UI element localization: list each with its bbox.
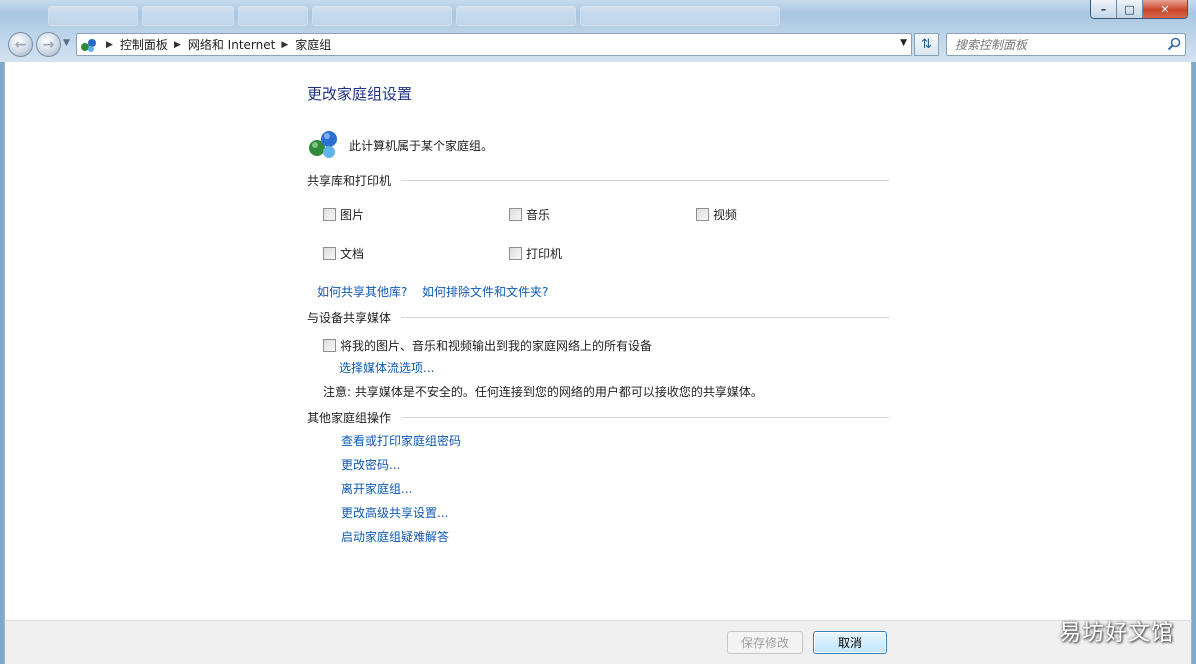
page-title: 更改家庭组设置 xyxy=(307,85,413,103)
media-section-title: 与设备共享媒体 xyxy=(307,310,392,325)
checkbox-box[interactable] xyxy=(509,208,522,221)
save-changes-button[interactable]: 保存修改 xyxy=(727,631,803,654)
arrow-right-icon: → xyxy=(42,36,55,53)
background-window-tabs xyxy=(48,6,928,30)
checkbox-box[interactable] xyxy=(323,339,336,352)
share-section-header: 共享库和打印机 xyxy=(307,172,889,188)
share-printers-checkbox[interactable]: 打印机 xyxy=(509,245,562,262)
window-controls: – □ ✕ xyxy=(1090,0,1188,19)
navigation-bar: ← → ▼ ▶ 控制面板 ▶ 网络和 Internet ▶ 家庭组 ▼ ⇅ xyxy=(0,30,1196,58)
breadcrumb-separator-icon: ▶ xyxy=(106,39,113,50)
media-section-header: 与设备共享媒体 xyxy=(307,309,889,325)
arrow-left-icon: ← xyxy=(14,36,27,53)
section-divider xyxy=(401,316,889,318)
view-print-password-link[interactable]: 查看或打印家庭组密码 xyxy=(341,432,461,449)
share-documents-checkbox[interactable]: 文档 xyxy=(323,245,364,262)
share-videos-checkbox[interactable]: 视频 xyxy=(696,206,737,223)
homegroup-troubleshooter-link[interactable]: 启动家庭组疑难解答 xyxy=(341,528,449,545)
leave-homegroup-link[interactable]: 离开家庭组... xyxy=(341,480,412,497)
close-button[interactable]: ✕ xyxy=(1143,0,1187,18)
stream-media-label: 将我的图片、音乐和视频输出到我的家庭网络上的所有设备 xyxy=(340,339,653,353)
stream-media-checkbox[interactable]: 将我的图片、音乐和视频输出到我的家庭网络上的所有设备 xyxy=(323,337,652,354)
minimize-button[interactable]: – xyxy=(1091,0,1117,18)
search-input[interactable] xyxy=(955,37,1155,52)
change-password-link[interactable]: 更改密码... xyxy=(341,456,400,473)
share-documents-label: 文档 xyxy=(340,247,365,261)
maximize-button[interactable]: □ xyxy=(1117,0,1143,18)
breadcrumb-separator-icon: ▶ xyxy=(281,39,289,50)
address-dropdown-icon[interactable]: ▼ xyxy=(900,38,907,48)
breadcrumb-network-internet[interactable]: 网络和 Internet xyxy=(188,36,275,53)
content-pane: 更改家庭组设置 此计算机属于某个家庭组。 共享库和打印机 图片 音乐 视频 文档 xyxy=(4,62,1192,620)
refresh-button[interactable]: ⇅ xyxy=(914,33,939,56)
search-box xyxy=(946,33,1186,56)
media-security-note: 注意: 共享媒体是不安全的。任何连接到您的网络的用户都可以接收您的共享媒体。 xyxy=(323,385,763,399)
homegroup-icon xyxy=(307,129,341,162)
share-section-title: 共享库和打印机 xyxy=(307,173,392,188)
homegroup-status: 此计算机属于某个家庭组。 xyxy=(307,129,493,162)
forward-button[interactable]: → xyxy=(36,32,61,57)
back-button[interactable]: ← xyxy=(8,32,33,57)
breadcrumb-homegroup[interactable]: 家庭组 xyxy=(295,36,331,53)
breadcrumb-separator-icon: ▶ xyxy=(173,39,181,50)
homegroup-member-text: 此计算机属于某个家庭组。 xyxy=(349,139,494,153)
share-videos-label: 视频 xyxy=(713,208,738,222)
breadcrumb-control-panel[interactable]: 控制面板 xyxy=(120,36,168,53)
advanced-sharing-settings-link[interactable]: 更改高级共享设置... xyxy=(341,504,448,521)
share-printers-label: 打印机 xyxy=(526,247,563,261)
other-actions-header: 其他家庭组操作 xyxy=(307,409,889,425)
checkbox-box[interactable] xyxy=(509,247,522,260)
refresh-icon: ⇅ xyxy=(921,37,932,52)
window-chrome: – □ ✕ ← → ▼ ▶ 控制面板 ▶ 网络和 Internet ▶ 家庭组 xyxy=(0,0,1196,62)
checkbox-box[interactable] xyxy=(323,208,336,221)
search-icon[interactable] xyxy=(1167,37,1181,54)
share-music-label: 音乐 xyxy=(526,208,551,222)
share-pictures-label: 图片 xyxy=(340,208,365,222)
share-music-checkbox[interactable]: 音乐 xyxy=(509,206,550,223)
section-divider xyxy=(401,179,889,181)
other-actions-title: 其他家庭组操作 xyxy=(307,410,392,425)
control-panel-icon xyxy=(80,37,100,53)
media-streaming-options-link[interactable]: 选择媒体流选项... xyxy=(339,359,434,376)
address-bar[interactable]: ▶ 控制面板 ▶ 网络和 Internet ▶ 家庭组 ▼ xyxy=(76,33,912,56)
watermark-text: 易坊好文馆 xyxy=(1058,621,1174,646)
share-pictures-checkbox[interactable]: 图片 xyxy=(323,206,364,223)
section-divider xyxy=(401,416,889,418)
cancel-button[interactable]: 取消 xyxy=(813,631,887,654)
checkbox-box[interactable] xyxy=(696,208,709,221)
recent-pages-dropdown[interactable]: ▼ xyxy=(63,38,70,48)
dialog-footer: 保存修改 取消 xyxy=(4,620,1192,664)
how-exclude-files-link[interactable]: 如何排除文件和文件夹? xyxy=(422,283,548,300)
checkbox-box[interactable] xyxy=(323,247,336,260)
how-share-other-libraries-link[interactable]: 如何共享其他库? xyxy=(317,283,407,300)
